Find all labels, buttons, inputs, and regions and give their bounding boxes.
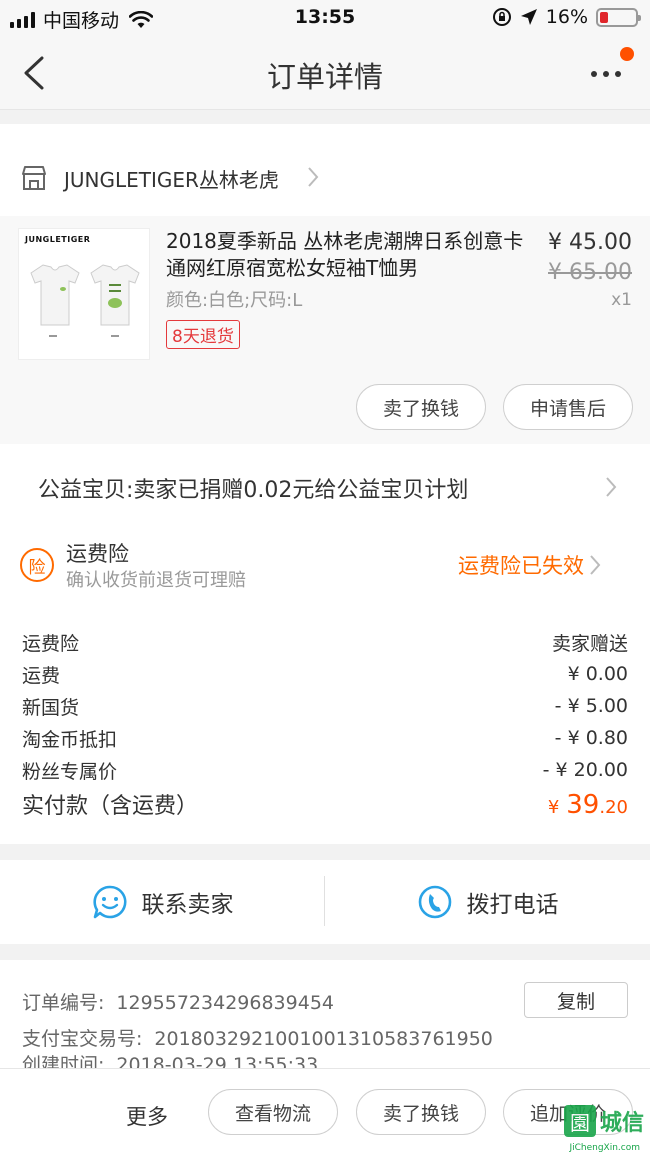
call-phone-button[interactable]: 拨打电话	[325, 860, 650, 944]
order-number-row: 订单编号: 129557234296839454	[22, 988, 334, 1015]
status-right: 16%	[492, 6, 641, 28]
shipping-insurance-row[interactable]: 险 运费险 确认收货前退货可理赔 运费险已失效	[0, 528, 650, 612]
fee-row: 运费险 卖家赠送	[22, 626, 628, 658]
phone-icon	[418, 885, 451, 919]
call-phone-label: 拨打电话	[466, 892, 559, 918]
quantity: x1	[611, 290, 632, 310]
alipay-number-row: 支付宝交易号: 2018032921001001310583761950	[22, 1024, 493, 1051]
fee-label: 运费	[22, 664, 61, 687]
contact-bar: 联系卖家 拨打电话	[0, 860, 650, 944]
order-item: JUNGLETIGER 2018夏季新品 丛林老虎潮牌日系创意卡通网红原宿宽松女…	[0, 216, 650, 444]
shop-row[interactable]: JUNGLETIGER丛林老虎	[0, 140, 650, 216]
more-icon[interactable]	[588, 60, 628, 84]
watermark-icon: 園	[563, 1105, 596, 1137]
insurance-title: 运费险	[66, 542, 129, 566]
original-price: ¥ 65.00	[548, 260, 632, 285]
product-thumbnail[interactable]: JUNGLETIGER	[18, 228, 150, 360]
chevron-right-icon	[590, 555, 601, 575]
shop-name[interactable]: JUNGLETIGER丛林老虎	[64, 164, 279, 193]
product-title[interactable]: 2018夏季新品 丛林老虎潮牌日系创意卡通网红原宿宽松女短袖T恤男	[166, 228, 526, 282]
thumbnail-brand: JUNGLETIGER	[25, 235, 91, 244]
page-title: 订单详情	[266, 60, 383, 94]
total-amount: ¥ 39.20	[548, 790, 628, 820]
alipay-number: 2018032921001001310583761950	[154, 1028, 493, 1050]
fee-value: - ¥ 5.00	[554, 695, 628, 717]
chat-bubble-icon	[92, 885, 126, 919]
watermark-domain: JiChengXin.com	[569, 1143, 640, 1153]
insurance-icon: 险	[20, 548, 54, 582]
view-logistics-button[interactable]: 查看物流	[208, 1089, 338, 1135]
fee-value: ¥ 0.00	[567, 663, 628, 685]
insurance-status[interactable]: 运费险已失效	[458, 550, 584, 580]
after-sale-button[interactable]: 申请售后	[503, 384, 633, 430]
return-policy-tag: 8天退货	[166, 320, 240, 349]
insurance-subtitle: 确认收货前退货可理赔	[66, 570, 246, 591]
fee-label: 淘金币抵扣	[22, 728, 118, 751]
fee-row: 运费 ¥ 0.00	[22, 658, 628, 690]
total-integer: 39	[566, 790, 600, 820]
battery-icon	[596, 7, 641, 27]
fee-row: 淘金币抵扣 - ¥ 0.80	[22, 722, 628, 754]
fee-label: 粉丝专属价	[22, 760, 118, 783]
tshirt-image	[30, 264, 140, 337]
nav-bar: 订单详情	[0, 36, 650, 110]
bottom-action-bar: 更多 查看物流 卖了换钱 追加评价 園 城信 JiChengXin.com	[0, 1068, 650, 1156]
copy-button[interactable]: 复制	[524, 982, 628, 1018]
product-price: ¥ 45.00	[548, 230, 632, 255]
total-decimal: .20	[599, 797, 628, 818]
chevron-right-icon	[308, 167, 319, 187]
order-number-label: 订单编号:	[22, 992, 105, 1014]
fee-value: - ¥ 20.00	[542, 759, 628, 781]
product-sku: 颜色:白色;尺码:L	[166, 290, 303, 311]
order-number: 129557234296839454	[116, 992, 334, 1014]
status-bar: 中国移动 13:55 16%	[0, 0, 650, 36]
alipay-number-label: 支付宝交易号:	[22, 1028, 143, 1050]
top-spacer	[0, 124, 650, 140]
watermark-logo: 園 城信	[563, 1105, 644, 1137]
fee-label: 新国货	[22, 696, 80, 719]
battery-percent: 16%	[545, 6, 588, 28]
total-row: 实付款（含运费） ¥ 39.20	[22, 788, 628, 820]
charity-text: 公益宝贝:卖家已捐赠0.02元给公益宝贝计划	[38, 478, 469, 503]
notification-dot	[620, 47, 634, 61]
contact-seller-label: 联系卖家	[141, 892, 234, 918]
watermark-text: 城信	[599, 1111, 644, 1136]
contact-seller-button[interactable]: 联系卖家	[0, 860, 325, 944]
sell-button[interactable]: 卖了换钱	[356, 384, 486, 430]
chevron-right-icon	[606, 477, 617, 497]
rotation-lock-icon	[492, 8, 511, 26]
fee-value: - ¥ 0.80	[554, 727, 628, 749]
fee-row: 粉丝专属价 - ¥ 20.00	[22, 754, 628, 786]
sell-button-bottom[interactable]: 卖了换钱	[356, 1089, 486, 1135]
total-currency: ¥	[547, 797, 560, 818]
fee-summary: 运费险 卖家赠送 运费 ¥ 0.00 新国货 - ¥ 5.00 淘金币抵扣 - …	[0, 612, 650, 844]
fee-label: 运费险	[22, 632, 80, 655]
total-label: 实付款（含运费）	[22, 794, 199, 819]
location-arrow-icon	[520, 9, 537, 25]
shop-icon	[22, 166, 46, 190]
fee-row: 新国货 - ¥ 5.00	[22, 690, 628, 722]
more-link[interactable]: 更多	[126, 1101, 168, 1131]
charity-row[interactable]: 公益宝贝:卖家已捐赠0.02元给公益宝贝计划	[0, 444, 650, 528]
fee-value: 卖家赠送	[551, 632, 628, 655]
